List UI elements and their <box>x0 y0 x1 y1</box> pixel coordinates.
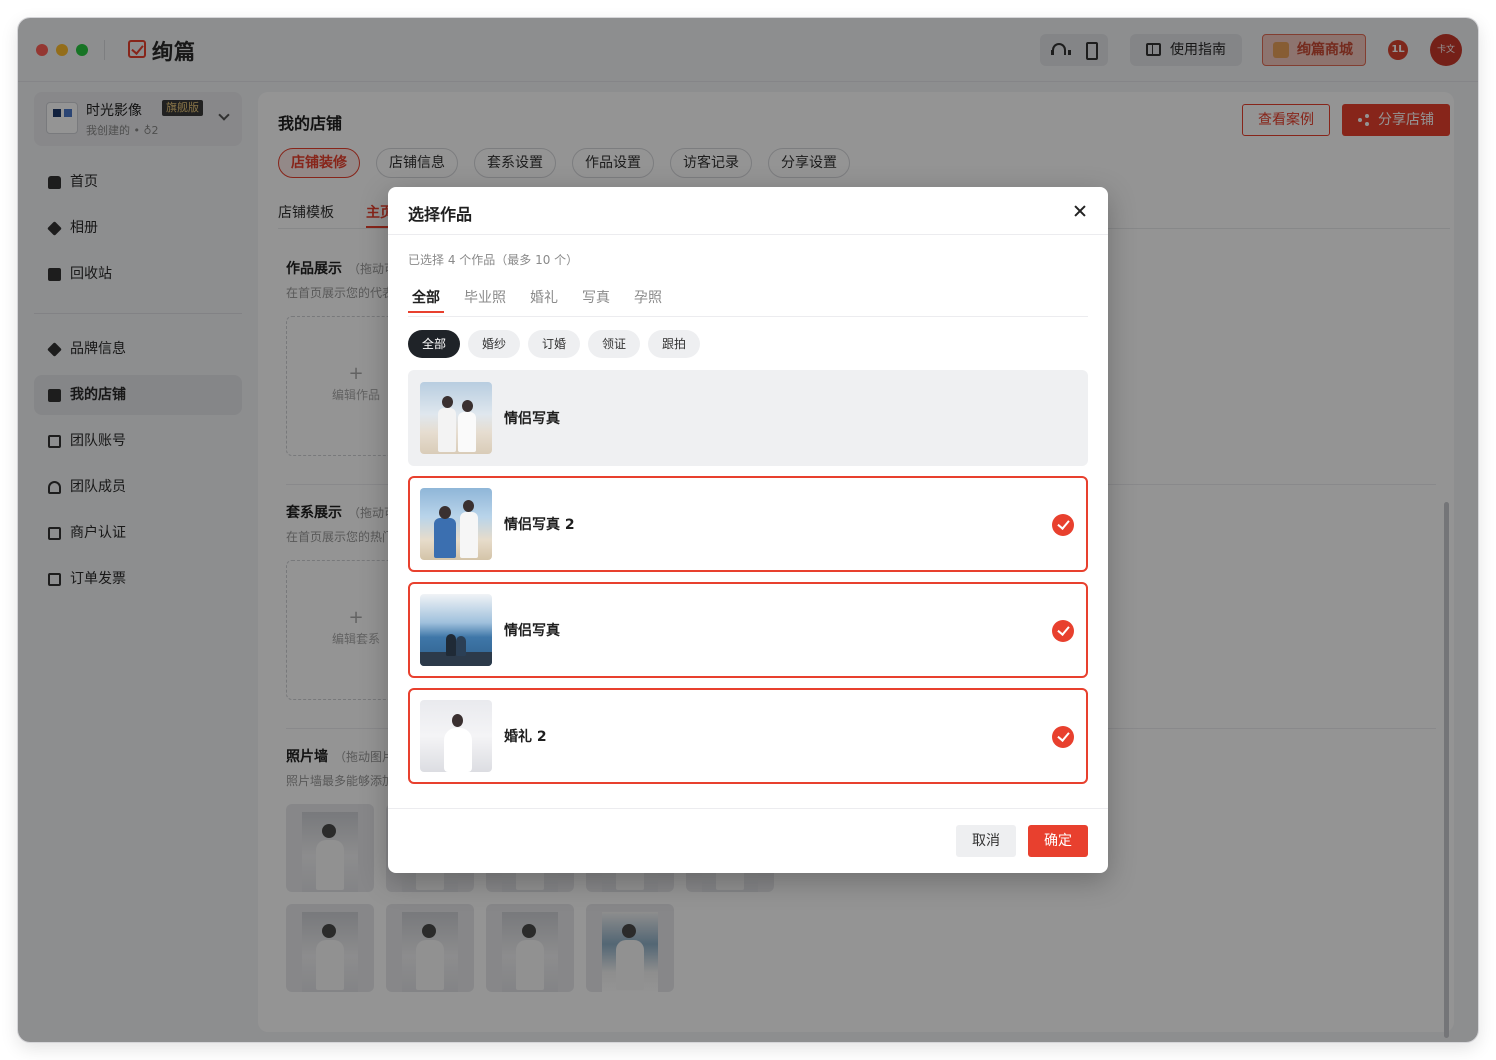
divider <box>388 808 1108 809</box>
check-icon <box>1052 620 1074 642</box>
cancel-button[interactable]: 取消 <box>956 825 1016 857</box>
work-thumbnail <box>420 700 492 772</box>
work-name: 婚礼 2 <box>504 729 547 745</box>
category-tab-maternity[interactable]: 孕照 <box>634 287 662 307</box>
work-thumbnail <box>420 594 492 666</box>
selected-count: 已选择 4 个作品（最多 10 个） <box>408 253 579 267</box>
filter-chip-follow-shoot[interactable]: 跟拍 <box>648 330 700 358</box>
check-icon <box>1052 726 1074 748</box>
category-tab-wedding[interactable]: 婚礼 <box>530 287 558 307</box>
check-icon <box>1052 514 1074 536</box>
work-item[interactable]: 情侣写真 2 <box>408 476 1088 572</box>
work-thumbnail <box>420 488 492 560</box>
filter-chip-engagement[interactable]: 订婚 <box>528 330 580 358</box>
filter-chip-all[interactable]: 全部 <box>408 330 460 358</box>
select-works-dialog: 选择作品 已选择 4 个作品（最多 10 个） 全部 毕业照 婚礼 写真 孕照 … <box>388 187 1108 873</box>
work-item[interactable]: 情侣写真 <box>408 370 1088 466</box>
tab-indicator <box>408 311 444 313</box>
work-item[interactable]: 婚礼 2 <box>408 688 1088 784</box>
category-tab-graduation[interactable]: 毕业照 <box>464 287 506 307</box>
divider <box>388 234 1108 235</box>
category-tab-all[interactable]: 全部 <box>412 287 440 307</box>
app-window: 绚篇 使用指南 绚篇商城 1L 卡文 时光影像 旗舰版 我创建的 • ♁2 首页… <box>18 18 1478 1042</box>
work-name: 情侣写真 <box>504 623 560 639</box>
dialog-title: 选择作品 <box>408 205 473 224</box>
close-icon[interactable] <box>1070 201 1090 221</box>
work-item[interactable]: 情侣写真 <box>408 582 1088 678</box>
divider <box>408 316 1088 317</box>
filter-chip-gown[interactable]: 婚纱 <box>468 330 520 358</box>
work-name: 情侣写真 <box>504 411 560 427</box>
work-name: 情侣写真 2 <box>504 517 575 533</box>
confirm-button[interactable]: 确定 <box>1028 825 1088 857</box>
work-thumbnail <box>420 382 492 454</box>
category-tab-portrait[interactable]: 写真 <box>582 287 610 307</box>
filter-chip-certificate[interactable]: 领证 <box>588 330 640 358</box>
